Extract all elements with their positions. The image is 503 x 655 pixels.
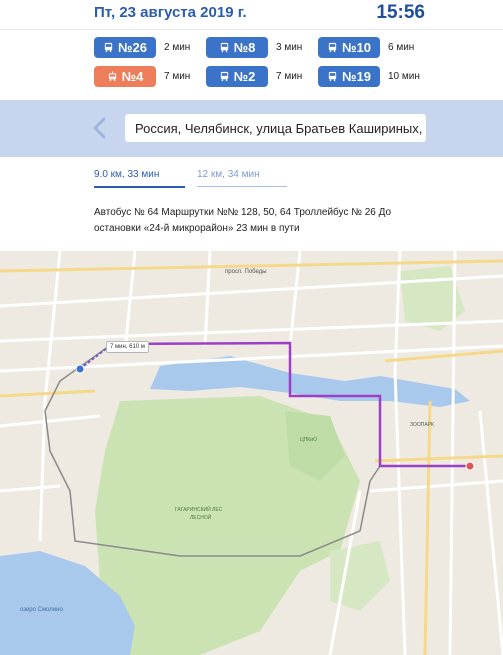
end-marker-icon[interactable] <box>465 461 475 471</box>
arrival-minutes: 6 мин <box>388 42 415 53</box>
address-input[interactable] <box>125 114 426 142</box>
back-chevron-icon[interactable] <box>90 116 110 140</box>
map-label-street: просп. Победы <box>225 269 267 275</box>
arrival-minutes: 10 мин <box>388 71 420 82</box>
route-badge[interactable]: №26 <box>94 37 156 58</box>
route-tabs: 9.0 км, 33 мин 12 км, 34 мин <box>0 157 503 197</box>
arrival-item[interactable]: №4 7 мин <box>94 66 204 87</box>
bus-icon <box>328 71 337 82</box>
route-number: №26 <box>118 40 147 55</box>
header-bar: Пт, 23 августа 2019 г. 15:56 <box>0 0 503 30</box>
route-badge[interactable]: №8 <box>206 37 268 58</box>
arrival-item[interactable]: №2 7 мин <box>206 66 316 87</box>
arrival-minutes: 3 мин <box>276 42 303 53</box>
date-label: Пт, 23 августа 2019 г. <box>94 4 247 21</box>
route-number: №4 <box>121 69 144 84</box>
address-bar <box>0 100 503 157</box>
map-label-zoo: ЗООПАРК <box>410 422 434 428</box>
arrival-item[interactable]: №8 3 мин <box>206 37 316 58</box>
bus-icon <box>220 71 228 82</box>
tram-icon <box>108 71 116 82</box>
arrival-item[interactable]: №19 10 мин <box>318 66 428 87</box>
map-view[interactable]: просп. Победы ГАГАРИНСКИЙ ЛЕС ЛЕСНОЙ ЦПК… <box>0 251 503 655</box>
map-label-forest-2: ЛЕСНОЙ <box>190 513 212 521</box>
bus-icon <box>328 42 337 53</box>
arrival-minutes: 7 мин <box>276 71 303 82</box>
route-description: Автобус № 64 Маршрутки №№ 128, 50, 64 Тр… <box>94 207 392 234</box>
route-badge[interactable]: №10 <box>318 37 380 58</box>
arrival-item[interactable]: №10 6 мин <box>318 37 428 58</box>
arrivals-panel: №26 2 мин №8 3 мин №10 6 мин №4 7 мин №2… <box>0 30 503 100</box>
route-badge[interactable]: №19 <box>318 66 380 87</box>
map-canvas[interactable]: просп. Победы ГАГАРИНСКИЙ ЛЕС ЛЕСНОЙ ЦПК… <box>0 251 503 655</box>
route-number: №2 <box>233 69 256 84</box>
clock: 15:56 <box>376 2 425 23</box>
route-number: №10 <box>342 40 371 55</box>
map-label-lake: озеро Смолино <box>20 607 63 613</box>
arrival-minutes: 2 мин <box>164 42 191 53</box>
tab-route-2[interactable]: 12 км, 34 мин <box>197 169 260 180</box>
tab-route-1[interactable]: 9.0 км, 33 мин <box>94 169 159 180</box>
bus-icon <box>220 42 228 53</box>
arrival-minutes: 7 мин <box>164 71 191 82</box>
route-badge[interactable]: №4 <box>94 66 156 87</box>
route-number: №8 <box>233 40 256 55</box>
route-number: №19 <box>342 69 371 84</box>
tab-underline <box>197 186 287 187</box>
map-label-forest: ГАГАРИНСКИЙ ЛЕС <box>175 505 223 513</box>
walk-tooltip: 7 мин, 610 м <box>106 341 149 353</box>
map-label-park: ЦПКиО <box>300 437 317 443</box>
arrival-item[interactable]: №26 2 мин <box>94 37 204 58</box>
bus-icon <box>104 42 113 53</box>
route-badge[interactable]: №2 <box>206 66 268 87</box>
tab-underline-active <box>94 186 185 188</box>
app-screen: Пт, 23 августа 2019 г. 15:56 №26 2 мин №… <box>0 0 503 655</box>
start-marker-icon[interactable] <box>75 364 85 374</box>
